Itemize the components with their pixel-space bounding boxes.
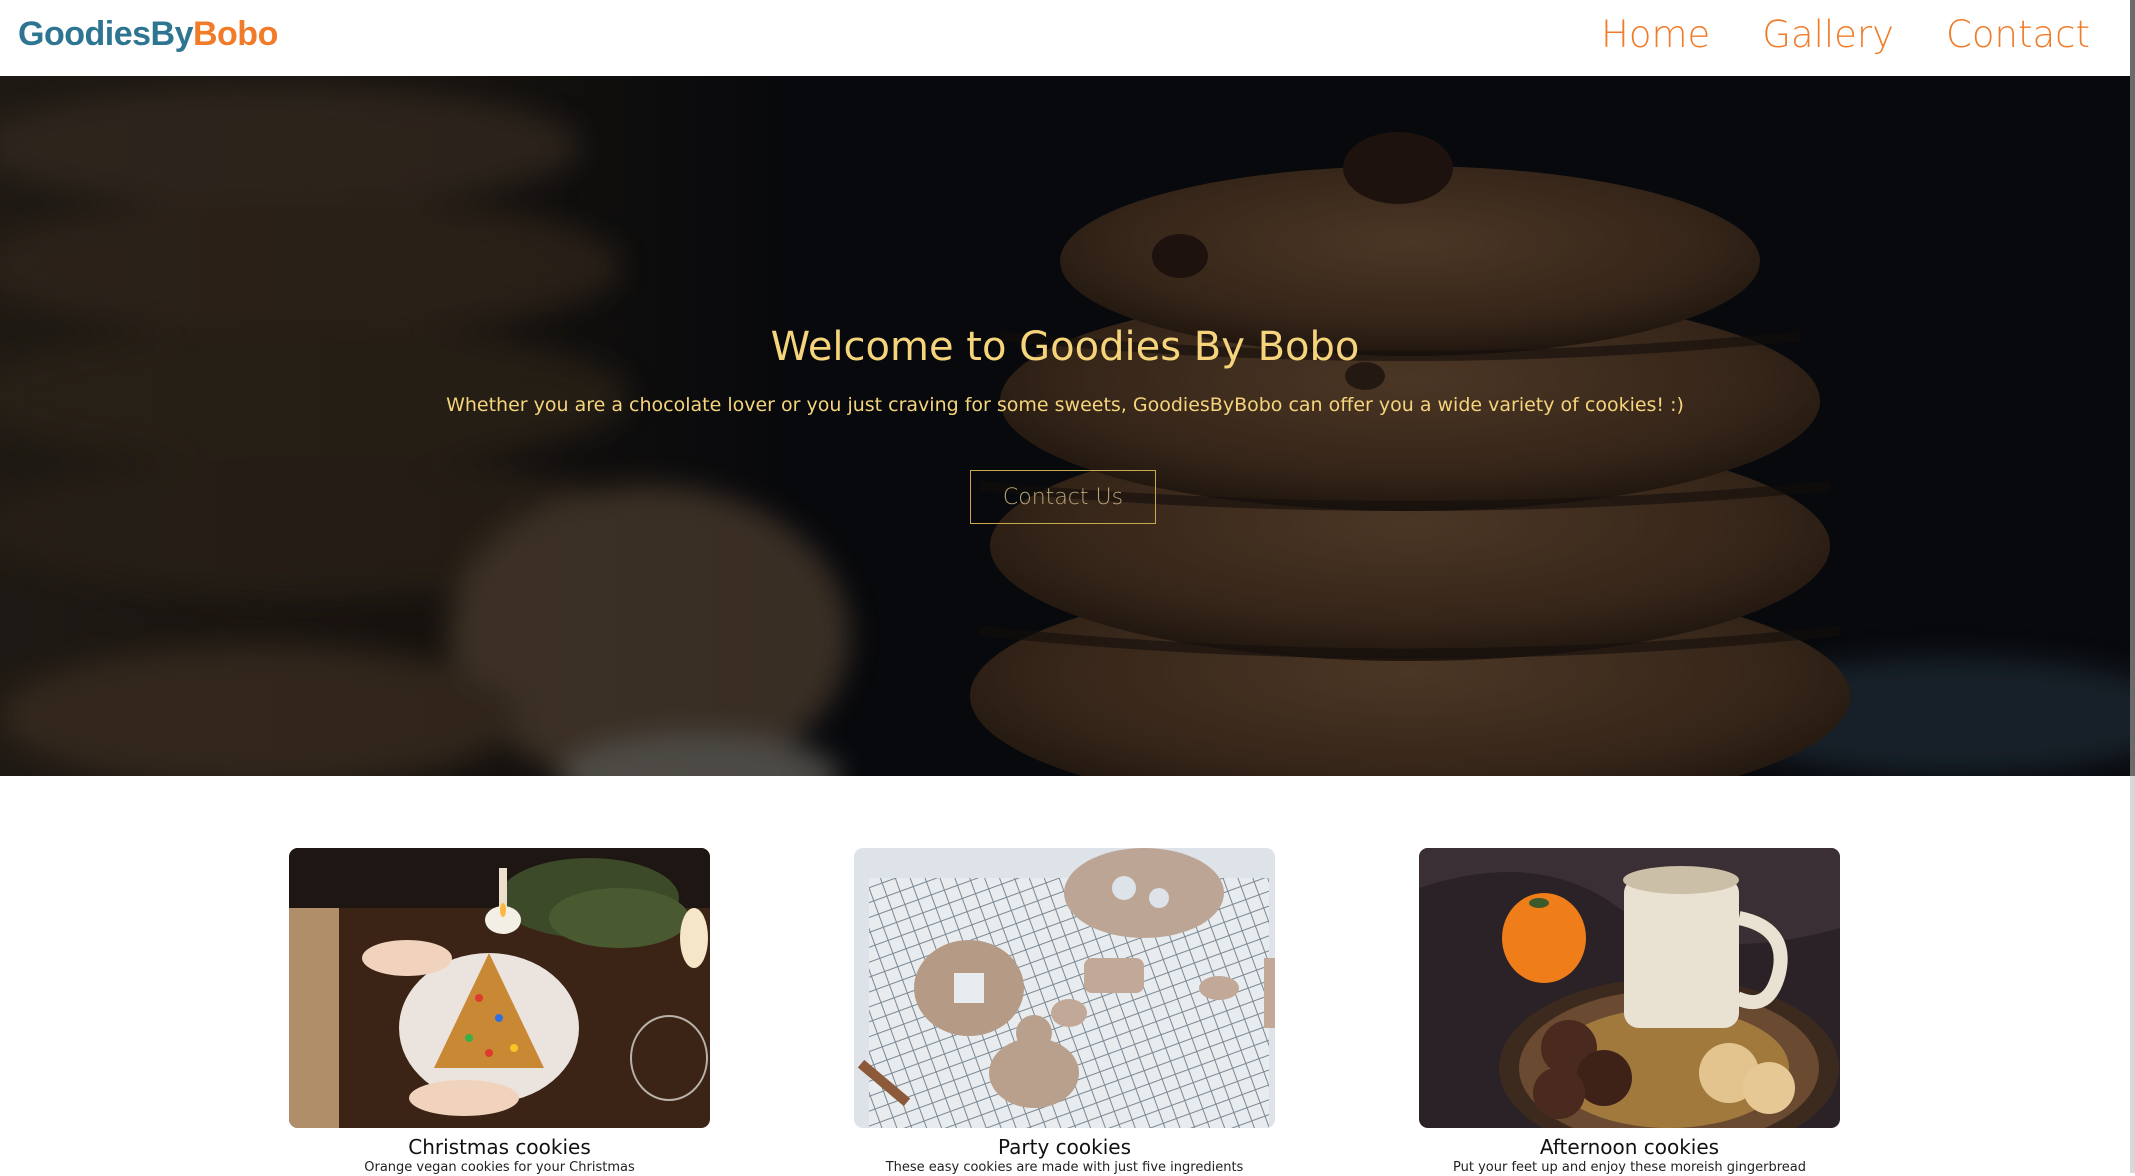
scrollbar-thumb[interactable]: [2130, 0, 2135, 776]
brand-text-accent: Bobo: [192, 15, 278, 53]
card-description: Put your feet up and enjoy these moreish…: [1453, 1160, 1806, 1175]
card-party-cookies[interactable]: Party cookies These easy cookies are mad…: [854, 848, 1275, 1176]
card-description: Orange vegan cookies for your Christmas: [364, 1160, 635, 1175]
card-title: Afternoon cookies: [1539, 1135, 1720, 1159]
hero-subtitle: Whether you are a chocolate lover or you…: [446, 394, 1684, 416]
brand-logo[interactable]: GoodiesByBobo: [18, 10, 278, 58]
page-scrollbar[interactable]: [2130, 0, 2135, 1173]
card-image: [1419, 848, 1840, 1128]
card-image: [289, 848, 710, 1128]
nav-link-gallery[interactable]: Gallery: [1762, 12, 1894, 58]
card-christmas-cookies[interactable]: Christmas cookies Orange vegan cookies f…: [289, 848, 710, 1176]
party-cookies-image: [854, 848, 1275, 1128]
hero-section: Welcome to Goodies By Bobo Whether you a…: [0, 76, 2130, 776]
card-title: Christmas cookies: [408, 1135, 591, 1159]
card-afternoon-cookies[interactable]: Afternoon cookies Put your feet up and e…: [1419, 848, 1840, 1176]
navbar: GoodiesByBobo Home Gallery Contact: [0, 0, 2135, 76]
contact-us-button[interactable]: Contact Us: [970, 470, 1156, 524]
card-description: These easy cookies are made with just fi…: [885, 1160, 1244, 1175]
christmas-cookies-image: [289, 848, 710, 1128]
nav-link-home[interactable]: Home: [1601, 12, 1710, 58]
nav-link-contact[interactable]: Contact: [1946, 12, 2090, 58]
afternoon-cookies-image: [1419, 848, 1840, 1128]
card-title: Party cookies: [997, 1135, 1131, 1159]
hero-title: Welcome to Goodies By Bobo: [770, 324, 1360, 370]
hero-dark-overlay: [0, 76, 2130, 776]
brand-text-primary: GoodiesBy: [18, 15, 193, 53]
nav-links: Home Gallery Contact: [1549, 12, 2090, 58]
card-image: [854, 848, 1275, 1128]
